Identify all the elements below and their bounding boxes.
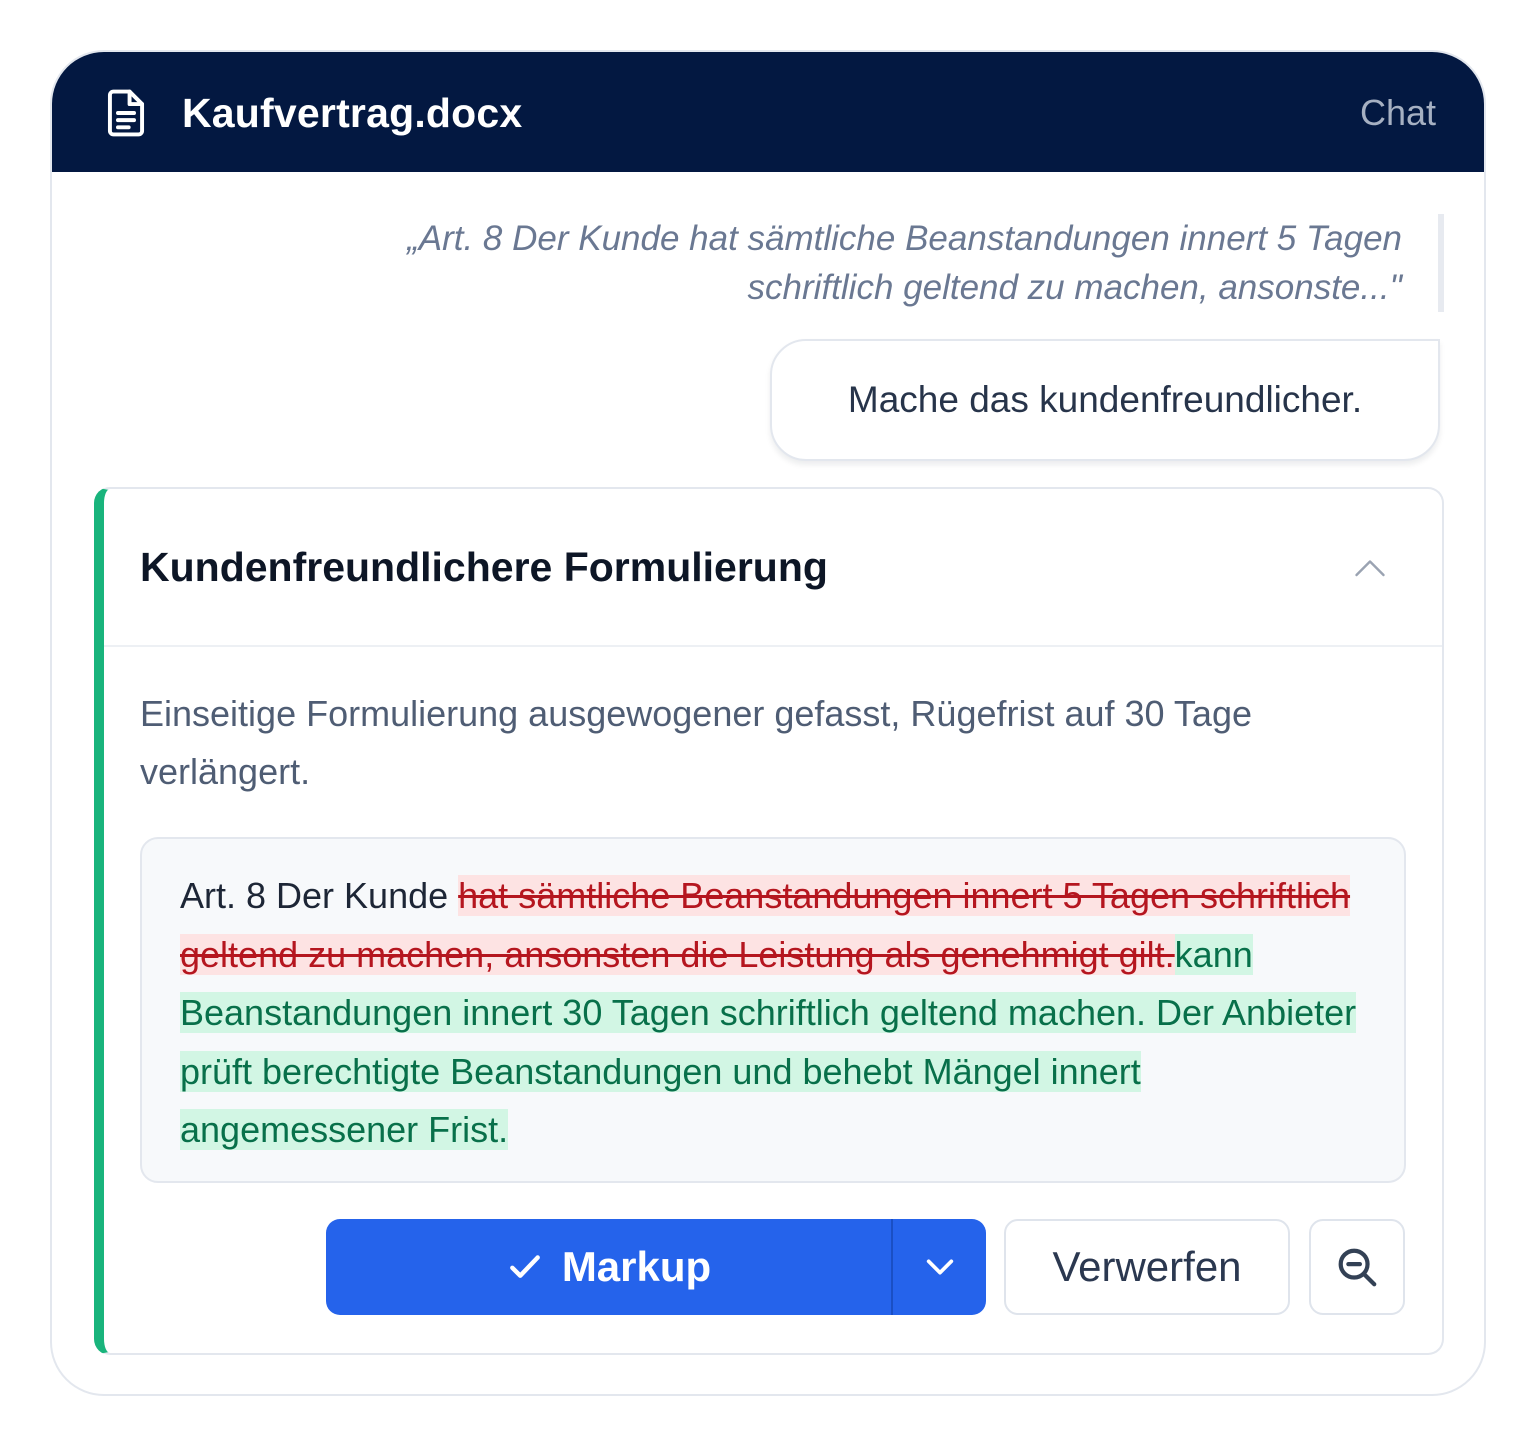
inspect-button[interactable] xyxy=(1309,1219,1405,1315)
discard-button-label: Verwerfen xyxy=(1052,1243,1242,1290)
suggestion-card: Kundenfreundlichere Formulierung Einseit… xyxy=(94,487,1444,1355)
user-message-text: Mache das kundenfreundlicher. xyxy=(847,379,1363,420)
check-icon xyxy=(509,1255,540,1278)
diff-unchanged-text: Art. 8 Der Kunde xyxy=(180,875,459,916)
document-title: Kaufvertrag.docx xyxy=(182,90,523,136)
zoom-out-icon xyxy=(1338,1248,1377,1287)
panel-header: Kaufvertrag.docx Chat xyxy=(52,52,1484,172)
markup-button-label: Markup xyxy=(561,1243,712,1290)
markup-split-button: Markup xyxy=(326,1219,986,1315)
document-icon xyxy=(107,89,145,137)
chat-panel: Kaufvertrag.docx Chat „Art. 8 Der Kunde … xyxy=(50,50,1486,1396)
markup-button[interactable]: Markup xyxy=(326,1219,891,1315)
user-message-bubble: Mache das kundenfreundlicher. xyxy=(770,339,1440,461)
suggestion-card-header[interactable]: Kundenfreundlichere Formulierung xyxy=(104,489,1442,647)
chat-tab[interactable]: Chat xyxy=(1360,90,1436,136)
suggestion-description: Einseitige Formulierung ausgewogener gef… xyxy=(140,693,1252,792)
chevron-up-icon[interactable] xyxy=(1352,551,1388,587)
markup-options-dropdown[interactable] xyxy=(893,1219,986,1315)
discard-button[interactable]: Verwerfen xyxy=(1004,1219,1290,1315)
suggestion-title: Kundenfreundlichere Formulierung xyxy=(140,544,828,590)
diff-preview: Art. 8 Der Kunde hat sämtliche Beanstand… xyxy=(140,837,1406,1183)
quoted-passage: „Art. 8 Der Kunde hat sämtliche Beanstan… xyxy=(264,214,1444,312)
chevron-down-icon xyxy=(926,1259,953,1275)
suggestion-actions: Markup Verwerfen xyxy=(326,1219,1406,1315)
